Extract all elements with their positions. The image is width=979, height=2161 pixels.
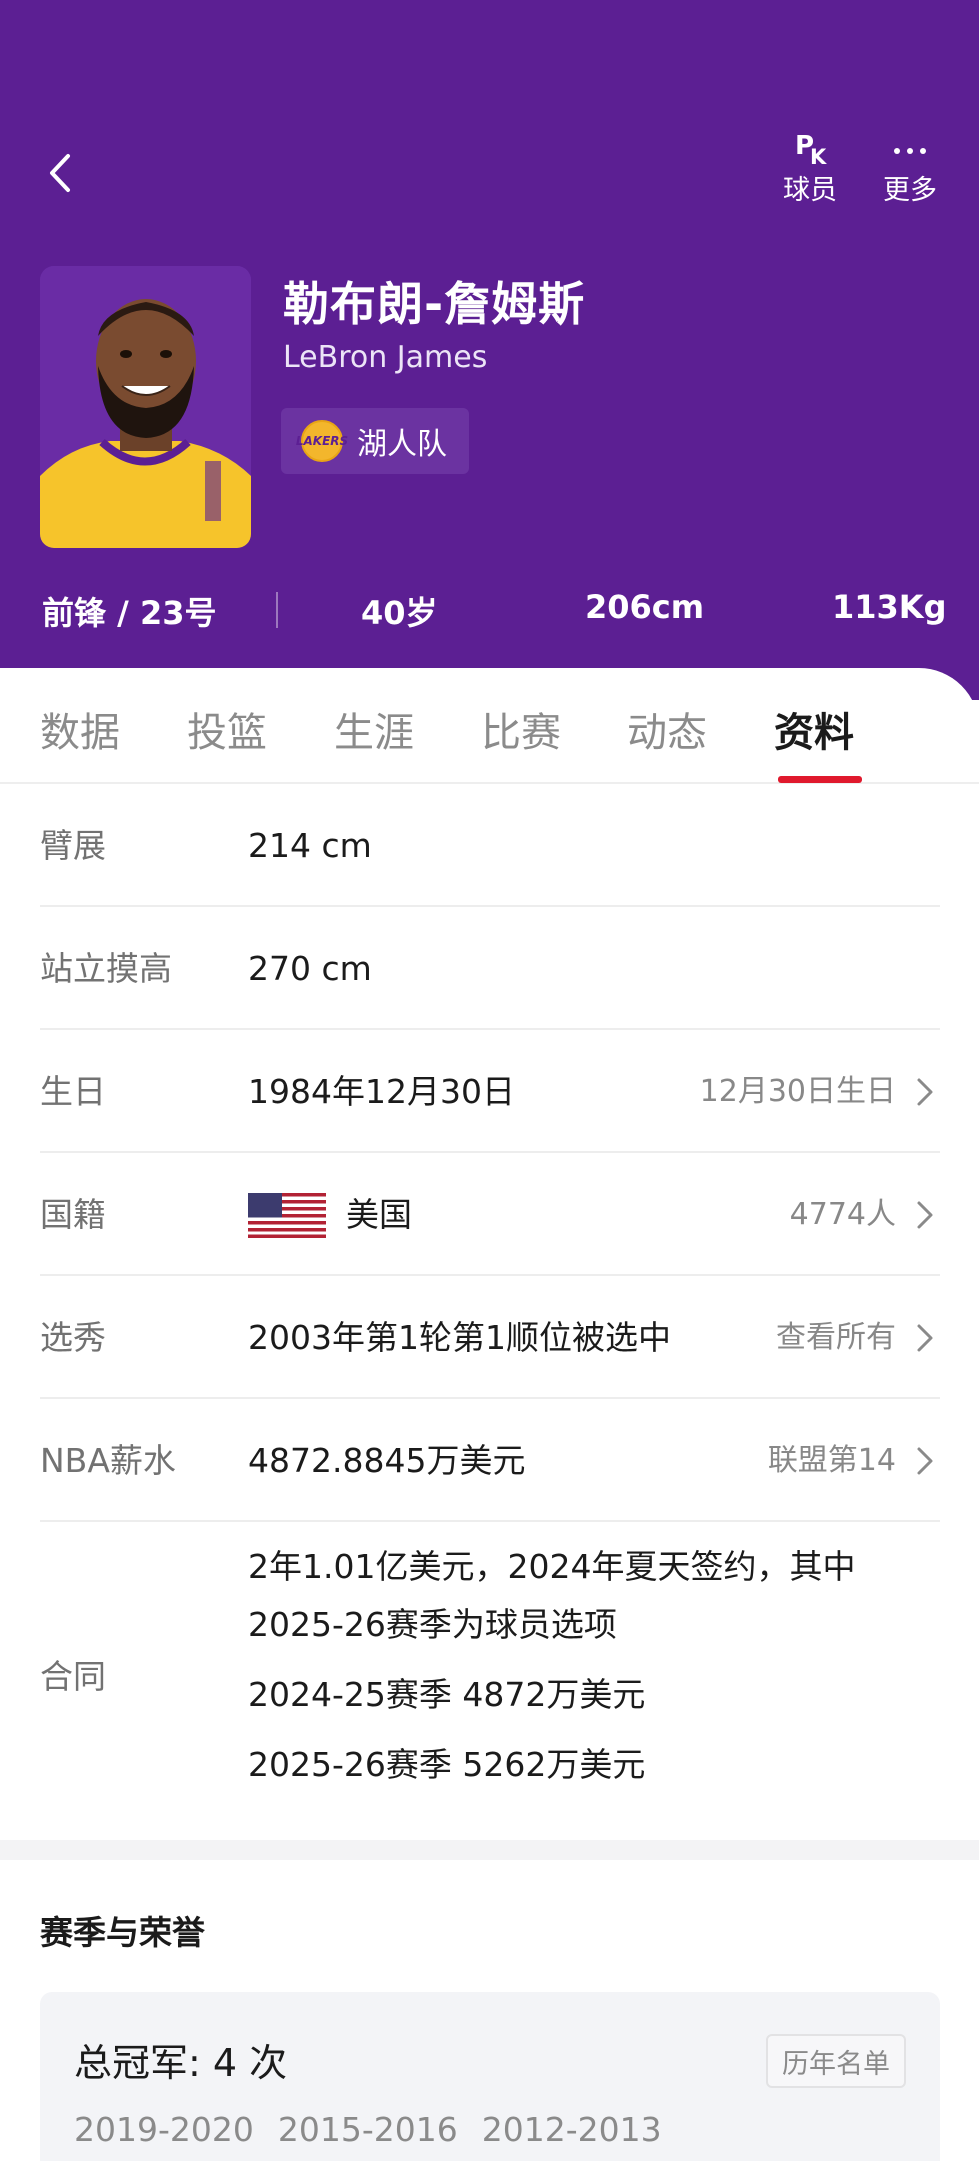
team-name: 湖人队: [357, 427, 447, 462]
info-value: 美国: [346, 1195, 412, 1234]
info-row-salary[interactable]: NBA薪水 4872.8845万美元 联盟第14: [40, 1399, 940, 1522]
pk-label: 球员: [783, 175, 837, 206]
info-row-standing-reach: 站立摸高 270 cm: [40, 907, 940, 1030]
tab-shooting[interactable]: 投篮: [187, 700, 267, 758]
tab-bar: 数据 投篮 生涯 比赛 动态 资料: [0, 668, 979, 784]
player-stats-row: 前锋 / 23号 40岁 206cm 113Kg: [0, 580, 979, 640]
nationality-count-link[interactable]: 4774人: [790, 1153, 896, 1276]
chevron-right-icon: [917, 1324, 933, 1352]
pk-icon: PK: [795, 131, 827, 169]
season-item: 2012-2013: [481, 2110, 662, 2149]
league-rank-link[interactable]: 联盟第14: [768, 1399, 896, 1522]
info-value: 2003年第1轮第1顺位被选中: [248, 1318, 671, 1357]
info-value: 4872.8845万美元: [248, 1441, 526, 1480]
info-label: 臂展: [40, 826, 106, 865]
chevron-left-icon: [50, 154, 70, 192]
player-name-cn: 勒布朗-詹姆斯: [283, 277, 586, 331]
chevron-right-icon: [917, 1447, 933, 1475]
season-item: 2015-2016: [277, 2110, 458, 2149]
active-tab-indicator: [778, 776, 862, 783]
championship-seasons: 2019-2020 2015-2016 2012-2013: [74, 2110, 662, 2149]
contract-line: 2024-25赛季 4872万美元: [248, 1675, 646, 1714]
contract-line: 2年1.01亿美元，2024年夏天签约，其中: [248, 1547, 856, 1586]
info-label: NBA薪水: [40, 1441, 176, 1480]
height: 206cm: [585, 588, 705, 626]
info-label: 生日: [40, 1072, 106, 1111]
position-number: 前锋 / 23号: [42, 594, 217, 632]
championship-card: 总冠军: 4 次 历年名单 2019-2020 2015-2016 2012-2…: [40, 1992, 940, 2161]
player-header: PK 球员 更多 勒布朗-詹姆斯 LeBron James LAKERS 湖人队…: [0, 0, 979, 700]
tab-games[interactable]: 比赛: [481, 700, 561, 758]
us-flag-icon: [248, 1193, 326, 1238]
info-label: 合同: [40, 1657, 106, 1696]
chevron-right-icon: [917, 1078, 933, 1106]
stats-divider: [276, 592, 278, 628]
birthday-link[interactable]: 12月30日生日: [700, 1030, 896, 1153]
info-row-birthday[interactable]: 生日 1984年12月30日 12月30日生日: [40, 1030, 940, 1153]
back-button[interactable]: [40, 148, 84, 198]
weight: 113Kg: [832, 588, 947, 626]
chevron-right-icon: [917, 1201, 933, 1229]
more-button[interactable]: 更多: [865, 130, 955, 208]
season-item: 2019-2020: [74, 2110, 254, 2149]
info-label: 站立摸高: [40, 949, 172, 988]
more-label: 更多: [883, 175, 937, 206]
age: 40岁: [361, 594, 438, 632]
info-row-wingspan: 臂展 214 cm: [40, 784, 940, 907]
info-row-draft[interactable]: 选秀 2003年第1轮第1顺位被选中 查看所有: [40, 1276, 940, 1399]
tab-news[interactable]: 动态: [627, 700, 707, 758]
section-divider: [0, 1840, 979, 1860]
info-row-contract: 合同 2年1.01亿美元，2024年夏天签约，其中 2025-26赛季为球员选项…: [40, 1520, 940, 1840]
history-list-button[interactable]: 历年名单: [766, 2034, 906, 2088]
pk-button[interactable]: PK 球员: [765, 130, 855, 208]
championship-count: 总冠军: 4 次: [74, 2041, 288, 2085]
contract-line: 2025-26赛季 5262万美元: [248, 1745, 646, 1784]
tab-career[interactable]: 生涯: [334, 700, 414, 758]
info-label: 选秀: [40, 1318, 106, 1357]
team-chip[interactable]: LAKERS 湖人队: [281, 408, 469, 474]
info-value: 270 cm: [248, 949, 372, 988]
lakers-logo-icon: LAKERS: [296, 420, 348, 462]
honors-section-title: 赛季与荣誉: [40, 1913, 205, 1952]
info-value: 214 cm: [248, 826, 372, 865]
tab-data[interactable]: 数据: [40, 700, 120, 758]
tab-profile[interactable]: 资料: [774, 700, 854, 758]
info-value: 1984年12月30日: [248, 1072, 515, 1111]
contract-line: 2025-26赛季为球员选项: [248, 1605, 617, 1644]
more-dots-icon: [894, 148, 926, 154]
view-all-link[interactable]: 查看所有: [776, 1276, 896, 1399]
info-row-nationality[interactable]: 国籍 美国 4774人: [40, 1153, 940, 1276]
info-label: 国籍: [40, 1195, 106, 1234]
player-photo: [40, 266, 251, 548]
player-name-en: LeBron James: [283, 340, 488, 375]
